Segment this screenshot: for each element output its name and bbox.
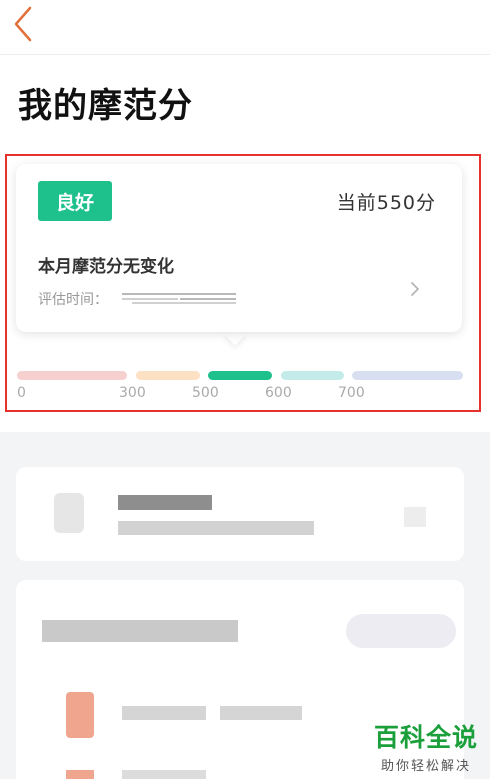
obscured-list-icon (66, 770, 94, 779)
obscured-heading (42, 620, 238, 642)
watermark-title: 百科全说 (373, 723, 478, 752)
scale-tick-label: 700 (338, 385, 365, 401)
obscured-info-card[interactable] (16, 467, 464, 561)
scale-tick-label: 300 (119, 385, 146, 401)
page-title: 我的摩范分 (18, 86, 193, 126)
scale-tick-label: 600 (265, 385, 292, 401)
scale-segment-300-500 (136, 371, 200, 380)
scale-segment-500-600-active (208, 371, 272, 380)
watermark-subtitle: 助你轻松解决 (380, 759, 471, 774)
chevron-right-icon (411, 282, 419, 296)
level-badge: 良好 (38, 181, 112, 221)
obscured-text (118, 521, 314, 535)
obscured-pill[interactable] (346, 614, 456, 648)
back-button[interactable] (6, 4, 40, 44)
obscured-list-text (220, 706, 302, 720)
chevron-left-icon (14, 6, 32, 42)
obscured-text (118, 495, 212, 510)
obscured-icon (404, 507, 426, 527)
evaluation-time-label: 评估时间： (38, 292, 108, 308)
current-score: 当前550分 (336, 192, 436, 214)
obscured-list-icon (66, 692, 94, 738)
obscured-list-text (122, 706, 206, 720)
scale-segment-0-300 (17, 371, 127, 380)
month-status-text: 本月摩范分无变化 (38, 257, 174, 277)
scale-segment-700-plus (352, 371, 463, 380)
scale-tick-label: 500 (192, 385, 219, 401)
scale-tick-label: 0 (17, 385, 26, 401)
evaluation-time-value-obscured (122, 292, 236, 304)
obscured-avatar (54, 493, 84, 533)
obscured-list-text (122, 770, 206, 779)
header-divider (0, 54, 490, 55)
score-card[interactable]: 良好 当前550分 本月摩范分无变化 评估时间： (16, 164, 462, 332)
scale-segment-600-700 (281, 371, 344, 380)
watermark-logo: 百科全说 助你轻松解决 (374, 718, 478, 774)
